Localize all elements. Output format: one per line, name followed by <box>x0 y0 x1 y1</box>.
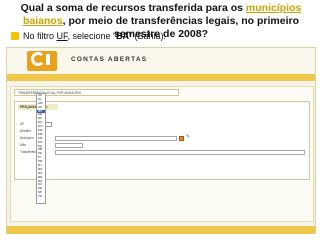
brand-name: CONTAS ABERTAS <box>71 56 148 63</box>
instruction-prefix: No filtro <box>23 31 57 41</box>
logo-c-mark <box>31 52 45 66</box>
bullet-icon <box>11 32 19 40</box>
mes-select[interactable] <box>55 143 83 148</box>
question-before: Qual a soma de recursos transferida para… <box>20 2 246 14</box>
instruction-suffix: ” (Bahia). <box>129 31 167 41</box>
top-menu-bar[interactable] <box>7 74 315 81</box>
uf-dropdown-list[interactable]: AC AL AM AP BA CE DF ES GO MA MG MS MT PA PB PE PI PR RJ RN… <box>36 93 46 204</box>
logo-bar-mark <box>46 54 50 65</box>
transferencia-select[interactable] <box>55 150 305 155</box>
tutorial-slide: Qual a soma de recursos transferida para… <box>0 0 320 240</box>
instruction-text: No filtro UF, selecione “BA” (Bahia). <box>23 30 166 42</box>
footer-bar <box>7 226 315 234</box>
content-panel: TRANSFERÊNCIA LEGAL POR MUNICÍPIO PESQUI… <box>10 86 314 233</box>
instruction-filter: UF <box>56 31 68 41</box>
filter-fieldset: PESQUISAR POR: UF Detalhe Município Mês … <box>14 101 310 180</box>
section-title: TRANSFERÊNCIA LEGAL POR MUNICÍPIO <box>18 91 82 95</box>
pencil-icon[interactable]: ✎ <box>186 135 190 140</box>
municipio-search-button[interactable] <box>179 136 184 141</box>
label-detalhe: Detalhe <box>20 129 31 133</box>
label-uf: UF <box>20 122 25 126</box>
instruction-middle: , selecione “ <box>67 31 117 41</box>
label-municipio: Município <box>20 136 34 140</box>
instruction-value: BA <box>116 31 130 41</box>
label-mes: Mês <box>20 143 27 147</box>
embedded-screenshot: CONTAS ABERTAS TRANSFERÊNCIA LEGAL POR M… <box>6 47 316 234</box>
municipio-input[interactable] <box>55 136 177 141</box>
site-header: CONTAS ABERTAS <box>7 48 315 73</box>
uf-option[interactable]: TO <box>37 194 45 199</box>
